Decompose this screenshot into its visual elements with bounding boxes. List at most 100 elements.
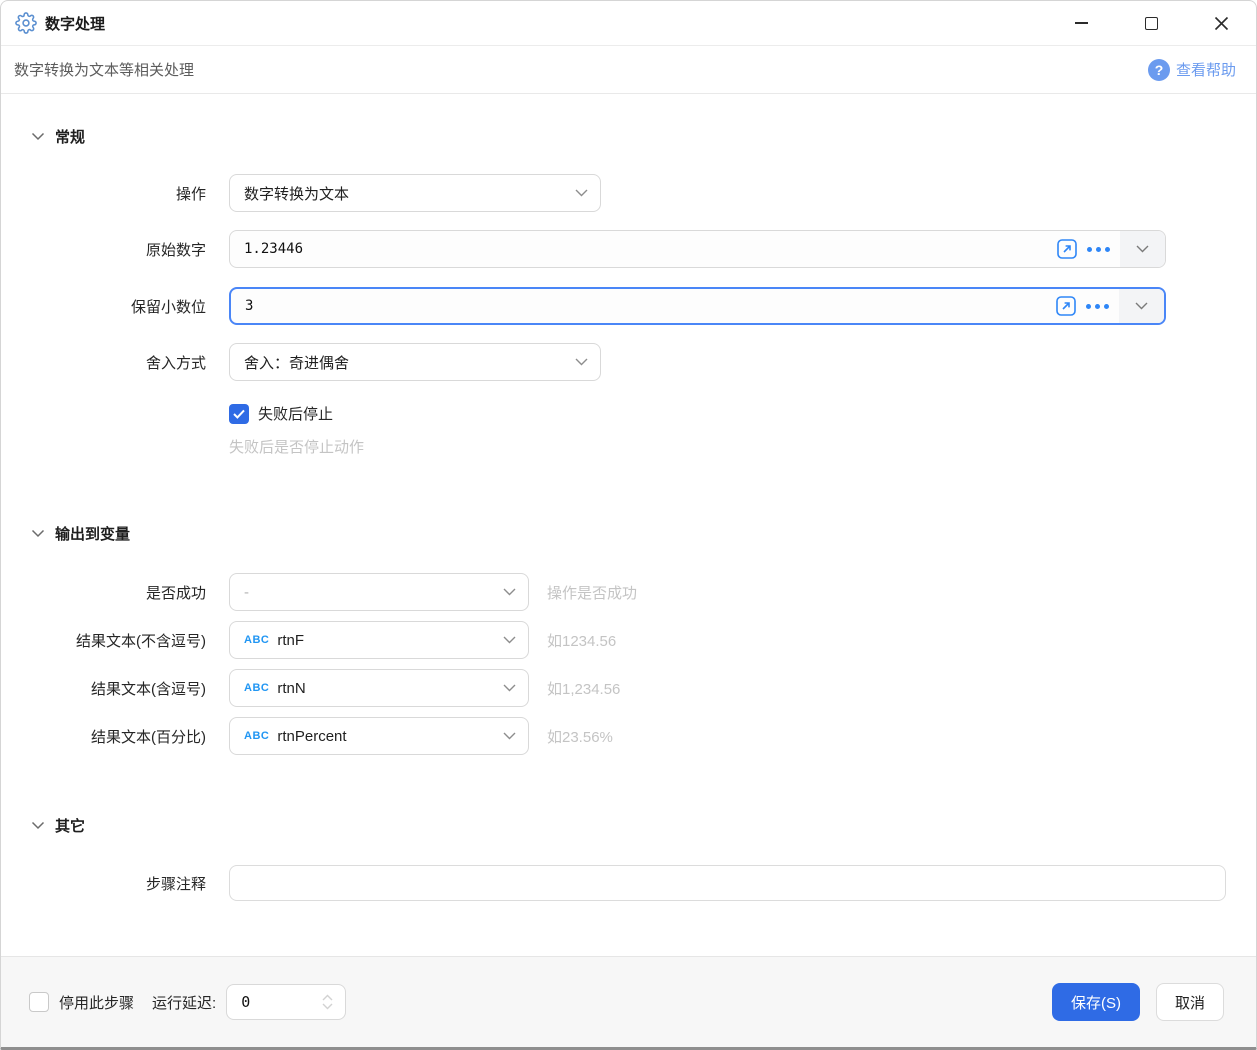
stop-on-fail-row: 失败后停止: [229, 403, 1226, 424]
chevron-down-icon: [503, 636, 516, 644]
string-type-icon: ABC: [244, 634, 270, 646]
chevron-down-icon: [31, 821, 45, 830]
success-select[interactable]: -: [229, 573, 529, 611]
rounding-row: 舍入方式 舍入：奇进偶舍: [31, 343, 1226, 381]
cancel-button[interactable]: 取消: [1156, 983, 1224, 1021]
success-label: 是否成功: [145, 584, 206, 602]
form-content: 常规 操作 数字转换为文本 原始数字 1.23446 保留小数位 3 舍入方式 …: [1, 124, 1256, 901]
result-comma-label: 结果文本(含逗号): [91, 680, 206, 698]
close-button[interactable]: [1186, 1, 1256, 45]
success-value: -: [244, 583, 249, 601]
save-button[interactable]: 保存(S): [1052, 983, 1140, 1021]
success-hint: 操作是否成功: [547, 584, 638, 602]
chevron-up-icon: [322, 994, 333, 1001]
subtitle-bar: 数字转换为文本等相关处理 ? 查看帮助: [1, 46, 1256, 94]
help-label: 查看帮助: [1175, 62, 1236, 79]
decimal-places-label: 保留小数位: [130, 298, 206, 316]
chevron-down-icon: [31, 529, 45, 538]
source-number-value: 1.23446: [244, 241, 304, 257]
rounding-select[interactable]: 舍入：奇进偶舍: [229, 343, 601, 381]
source-number-actions: [1057, 239, 1120, 259]
gear-icon: [15, 12, 37, 34]
result-comma-select[interactable]: ABC rtnN: [229, 669, 529, 707]
source-number-input[interactable]: 1.23446: [229, 230, 1166, 268]
delay-label: 运行延迟:: [152, 994, 217, 1012]
window-controls: [1046, 1, 1256, 45]
chevron-down-icon: [503, 684, 516, 692]
section-output-title: 输出到变量: [55, 525, 131, 543]
rounding-label: 舍入方式: [145, 354, 206, 372]
decimal-places-dropdown-button[interactable]: [1119, 289, 1164, 323]
disable-step-label: 停用此步骤: [59, 994, 135, 1012]
expand-editor-icon[interactable]: [1056, 296, 1076, 316]
result-plain-row: 结果文本(不含逗号) ABC rtnF 如1234.56: [31, 621, 1226, 659]
stop-on-fail-label: 失败后停止: [258, 406, 334, 423]
result-percent-hint: 如23.56%: [547, 728, 613, 746]
result-percent-label: 结果文本(百分比): [91, 728, 206, 746]
view-help-link[interactable]: ? 查看帮助: [1147, 58, 1236, 81]
result-plain-select[interactable]: ABC rtnF: [229, 621, 529, 659]
footer-left: 停用此步骤 运行延迟:: [29, 984, 347, 1020]
result-percent-select[interactable]: ABC rtnPercent: [229, 717, 529, 755]
comment-row: 步骤注释: [31, 865, 1226, 901]
decimal-places-input[interactable]: 3: [229, 287, 1166, 325]
expand-editor-icon[interactable]: [1057, 239, 1077, 259]
stop-on-fail-hint: 失败后是否停止动作: [229, 439, 365, 456]
result-comma-value: rtnN: [277, 679, 306, 697]
chevron-down-icon: [31, 132, 45, 141]
result-comma-row: 结果文本(含逗号) ABC rtnN 如1,234.56: [31, 669, 1226, 707]
rounding-value: 舍入：奇进偶舍: [244, 354, 350, 372]
close-icon: [1214, 16, 1228, 30]
result-plain-value: rtnF: [277, 631, 305, 649]
comment-input[interactable]: [229, 865, 1226, 901]
source-number-label: 原始数字: [145, 241, 206, 259]
decimal-places-actions: [1056, 296, 1119, 316]
chevron-down-icon: [503, 732, 516, 740]
chevron-down-icon: [1135, 302, 1148, 310]
more-options-icon[interactable]: [1087, 246, 1110, 252]
footer-right: 保存(S) 取消: [1052, 983, 1224, 1021]
source-number-dropdown-button[interactable]: [1120, 231, 1165, 267]
result-percent-value: rtnPercent: [277, 727, 347, 745]
string-type-icon: ABC: [244, 682, 270, 694]
dialog-window: 数字处理 数字转换为文本等相关处理 ? 查看帮助 常规 操作 数字转换为文本 原…: [0, 0, 1257, 1050]
maximize-button[interactable]: [1116, 1, 1186, 45]
decimal-places-value: 3: [245, 298, 254, 314]
footer-bar: 停用此步骤 运行延迟: 保存(S) 取消: [1, 956, 1256, 1047]
stop-on-fail-checkbox[interactable]: [229, 403, 249, 424]
section-other-header[interactable]: 其它: [31, 813, 1226, 837]
chevron-down-icon: [575, 189, 588, 197]
chevron-down-icon: [575, 358, 588, 366]
operation-row: 操作 数字转换为文本: [31, 174, 1226, 212]
delay-field: [226, 984, 347, 1020]
window-title: 数字处理: [45, 15, 106, 33]
chevron-down-icon: [322, 1003, 333, 1010]
delay-input[interactable]: [227, 993, 308, 1011]
section-general-header[interactable]: 常规: [31, 124, 1226, 148]
stop-on-fail-hint-row: 失败后是否停止动作: [229, 436, 1226, 457]
chevron-down-icon: [503, 588, 516, 596]
result-plain-label: 结果文本(不含逗号): [76, 632, 206, 650]
string-type-icon: ABC: [244, 730, 270, 742]
section-output-header[interactable]: 输出到变量: [31, 521, 1226, 545]
minimize-button[interactable]: [1046, 1, 1116, 45]
result-plain-hint: 如1234.56: [547, 632, 617, 650]
success-row: 是否成功 - 操作是否成功: [31, 573, 1226, 611]
result-percent-row: 结果文本(百分比) ABC rtnPercent 如23.56%: [31, 717, 1226, 755]
operation-select[interactable]: 数字转换为文本: [229, 174, 601, 212]
more-options-icon[interactable]: [1086, 303, 1109, 309]
minimize-icon: [1074, 22, 1088, 24]
source-number-row: 原始数字 1.23446: [31, 230, 1226, 268]
help-icon: ?: [1147, 58, 1170, 81]
delay-stepper[interactable]: [322, 994, 345, 1010]
disable-step-checkbox[interactable]: [29, 992, 49, 1012]
comment-label: 步骤注释: [145, 875, 206, 893]
chevron-down-icon: [1136, 245, 1149, 253]
maximize-icon: [1144, 16, 1158, 30]
decimal-places-row: 保留小数位 3: [31, 287, 1226, 325]
operation-value: 数字转换为文本: [244, 185, 350, 203]
result-comma-hint: 如1,234.56: [547, 680, 621, 698]
section-general-title: 常规: [55, 128, 86, 146]
dialog-description: 数字转换为文本等相关处理: [14, 62, 195, 79]
section-other-title: 其它: [55, 817, 86, 835]
